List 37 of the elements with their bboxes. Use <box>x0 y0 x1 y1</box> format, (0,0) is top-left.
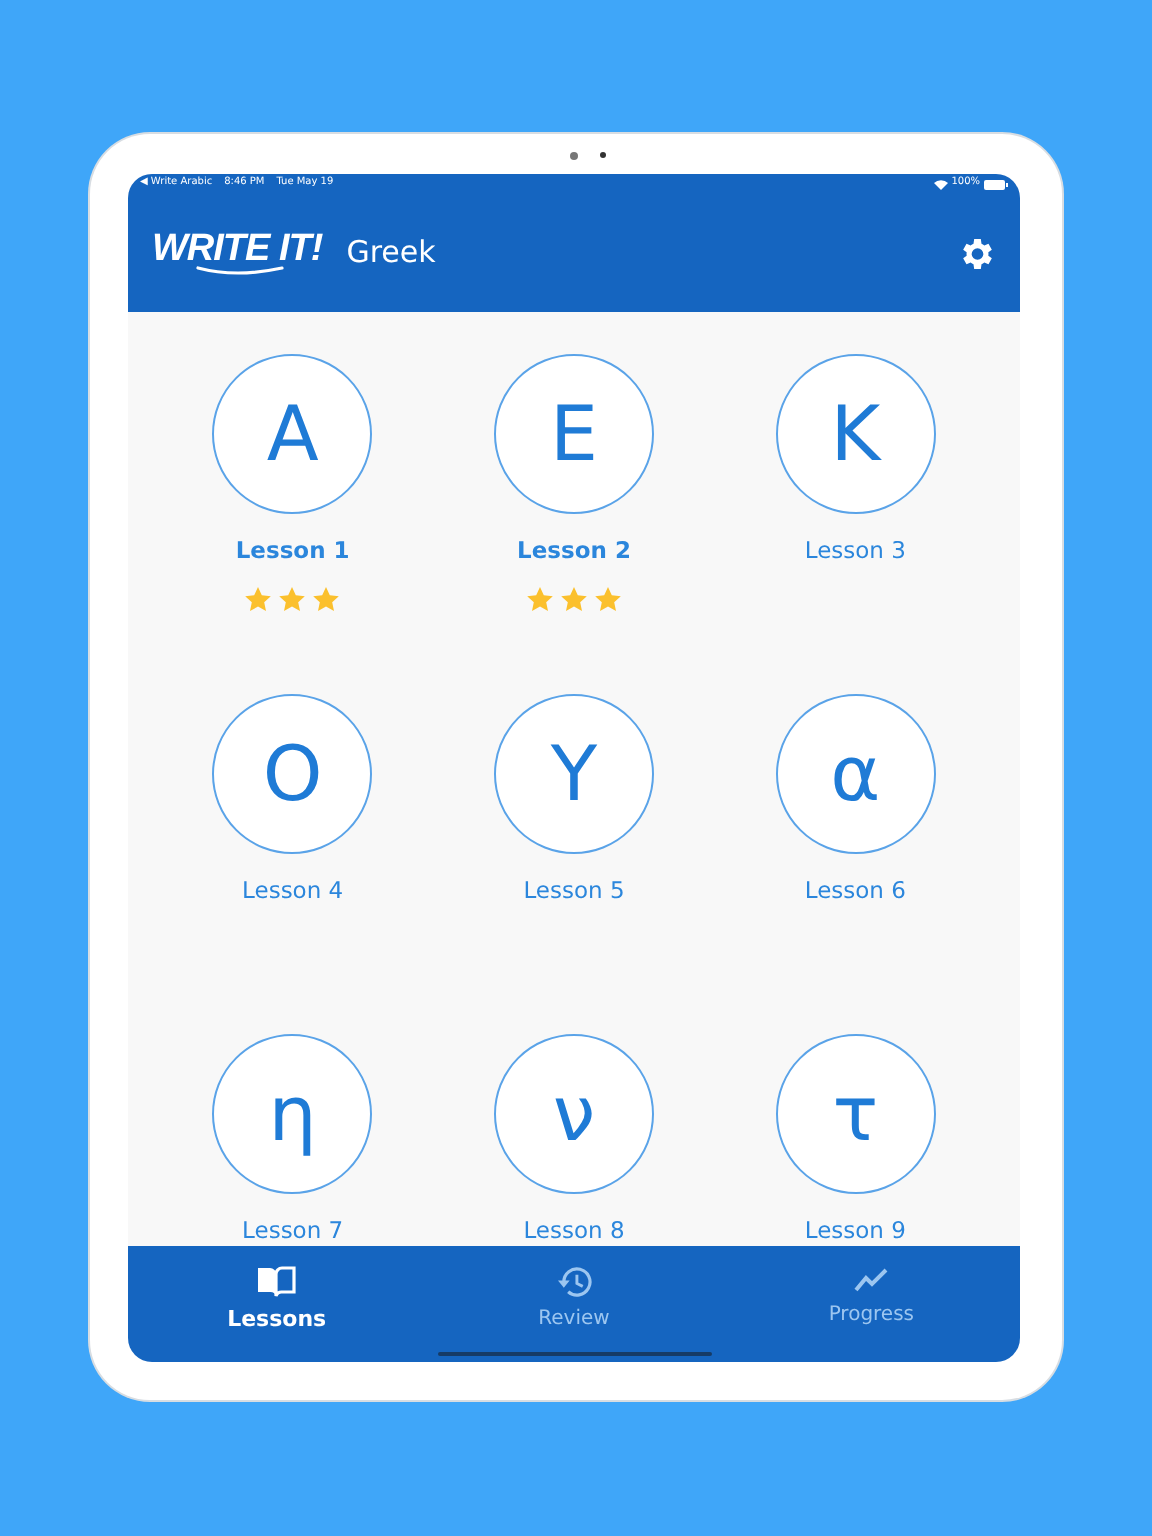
lesson-label: Lesson 7 <box>242 1214 344 1246</box>
lesson-letter-button[interactable]: η <box>212 1034 373 1194</box>
lesson-letter-button[interactable]: Υ <box>493 694 654 854</box>
lesson-letter-button[interactable]: Ε <box>493 354 654 514</box>
lesson-letter-button[interactable]: ν <box>493 1034 654 1194</box>
logo-text: WRITE IT! <box>152 230 323 268</box>
logo-swoosh-icon <box>196 266 284 276</box>
lesson-label: Lesson 5 <box>523 874 625 908</box>
book-icon <box>256 1266 297 1298</box>
lesson-letter-button[interactable]: α <box>775 694 936 854</box>
trend-line-icon <box>853 1266 890 1294</box>
lesson-label: Lesson 4 <box>242 874 344 908</box>
lesson-letter-button[interactable]: Α <box>212 354 373 514</box>
star-icon <box>278 586 307 613</box>
tab-button[interactable]: Review <box>425 1246 723 1362</box>
tab-button[interactable]: Lessons <box>128 1246 426 1362</box>
lesson-letter-button[interactable]: τ <box>775 1034 936 1194</box>
lesson-label: Lesson 2 <box>517 534 631 568</box>
lesson-label: Lesson 6 <box>804 874 906 908</box>
star-icon <box>244 586 273 613</box>
lesson-label: Lesson 3 <box>804 534 906 568</box>
star-icon <box>312 586 341 613</box>
history-icon <box>556 1266 592 1298</box>
lesson-letter-button[interactable]: Κ <box>775 354 936 514</box>
battery-icon <box>984 179 1008 189</box>
lesson-label: Lesson 1 <box>235 534 350 568</box>
lesson-label: Lesson 8 <box>523 1214 625 1246</box>
tab-button[interactable]: Progress <box>722 1246 1020 1362</box>
sensor-dot <box>600 152 606 158</box>
lesson-label: Lesson 9 <box>804 1214 906 1246</box>
language-title: Greek <box>346 232 436 275</box>
lesson-letter-button[interactable]: Ο <box>212 694 373 854</box>
wifi-icon <box>933 179 948 189</box>
star-icon <box>525 586 554 613</box>
star-icon <box>559 586 588 613</box>
camera-dot <box>570 152 578 160</box>
star-icon <box>593 586 622 613</box>
